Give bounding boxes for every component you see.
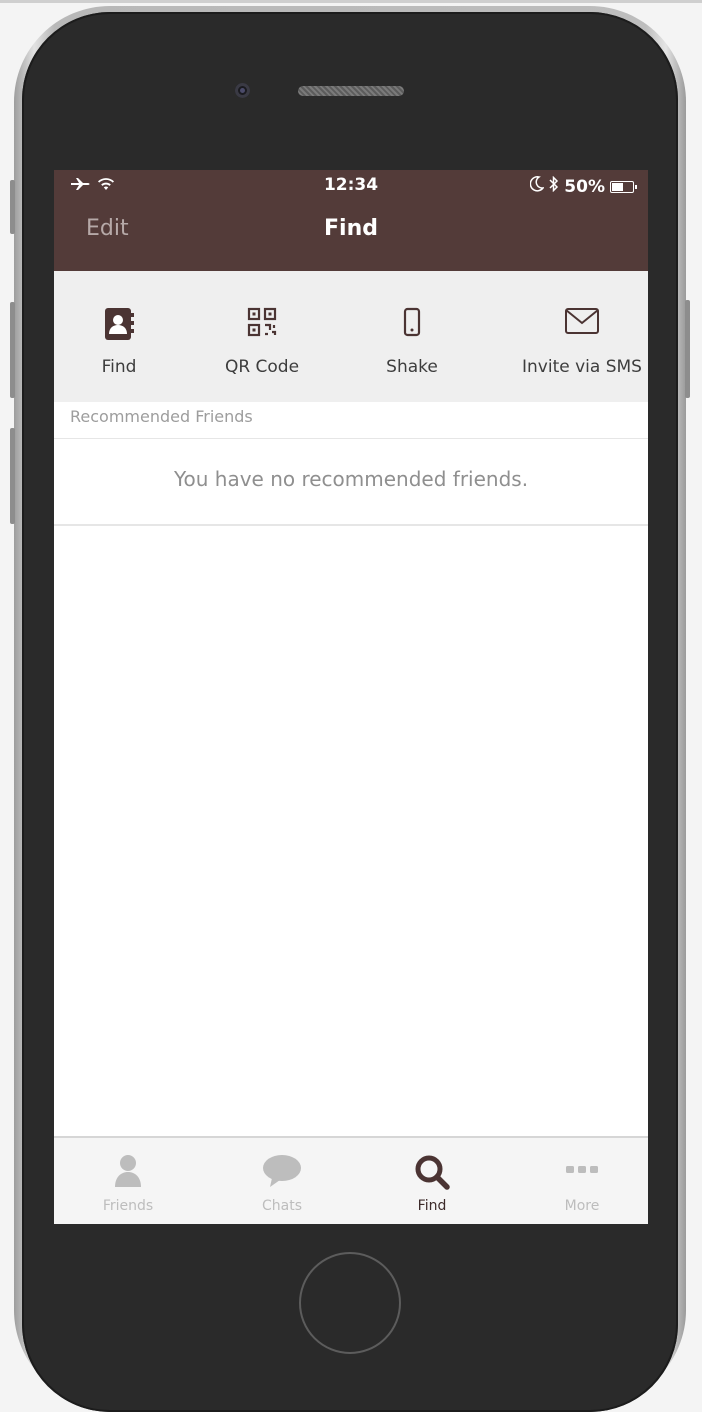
power-button <box>685 300 690 398</box>
qr-code-button[interactable]: QR Code <box>196 271 328 402</box>
empty-message: You have no recommended friends. <box>173 467 529 491</box>
earpiece-speaker <box>298 86 404 96</box>
battery-icon <box>610 180 637 193</box>
action-label-invite-sms: Invite via SMS <box>522 357 642 377</box>
volume-down-button <box>10 428 15 524</box>
front-camera <box>235 83 250 98</box>
home-button[interactable] <box>299 1252 401 1354</box>
chat-bubble-icon <box>262 1154 302 1192</box>
moon-icon <box>529 176 545 197</box>
page-top-rule <box>0 0 702 3</box>
status-bar: 12:34 50% <box>54 170 648 202</box>
tab-chats[interactable]: Chats <box>208 1138 356 1224</box>
person-icon <box>114 1154 142 1192</box>
tab-friends[interactable]: Friends <box>54 1138 202 1224</box>
battery-percent: 50% <box>564 176 605 197</box>
tab-label-more: More <box>564 1198 600 1214</box>
tab-label-chats: Chats <box>261 1198 302 1214</box>
tab-bar: Friends Chats Find More <box>54 1136 648 1224</box>
phone-icon <box>403 307 421 341</box>
find-contacts-button[interactable]: Find <box>54 271 184 402</box>
action-label-find: Find <box>101 357 137 377</box>
tab-find[interactable]: Find <box>358 1138 506 1224</box>
qr-code-icon <box>247 307 277 341</box>
status-right: 50% <box>529 175 637 197</box>
tab-more[interactable]: More <box>508 1138 648 1224</box>
action-label-qr-code: QR Code <box>224 357 300 377</box>
shake-button[interactable]: Shake <box>344 271 480 402</box>
envelope-icon <box>564 307 600 339</box>
bluetooth-icon <box>549 175 559 197</box>
more-dots-icon <box>565 1154 599 1188</box>
contact-book-icon <box>103 307 135 345</box>
app-screen: 12:34 50% Edit Find Find QR Code Shake I… <box>54 170 648 1224</box>
tab-label-find: Find <box>417 1198 447 1214</box>
mute-switch <box>10 180 15 234</box>
find-actions-bar: Find QR Code Shake Invite via SMS <box>54 271 648 402</box>
section-title: Recommended Friends <box>70 407 253 426</box>
recommended-friends-header: Recommended Friends <box>54 402 648 439</box>
tab-label-friends: Friends <box>102 1198 154 1214</box>
action-label-shake: Shake <box>386 357 438 377</box>
invite-sms-button[interactable]: Invite via SMS <box>516 271 648 402</box>
search-icon <box>414 1154 450 1194</box>
nav-bar: Edit Find <box>54 206 648 256</box>
app-header: 12:34 50% Edit Find <box>54 170 648 271</box>
page-title: Find <box>324 216 378 241</box>
recommended-empty-state: You have no recommended friends. <box>54 439 648 526</box>
volume-up-button <box>10 302 15 398</box>
